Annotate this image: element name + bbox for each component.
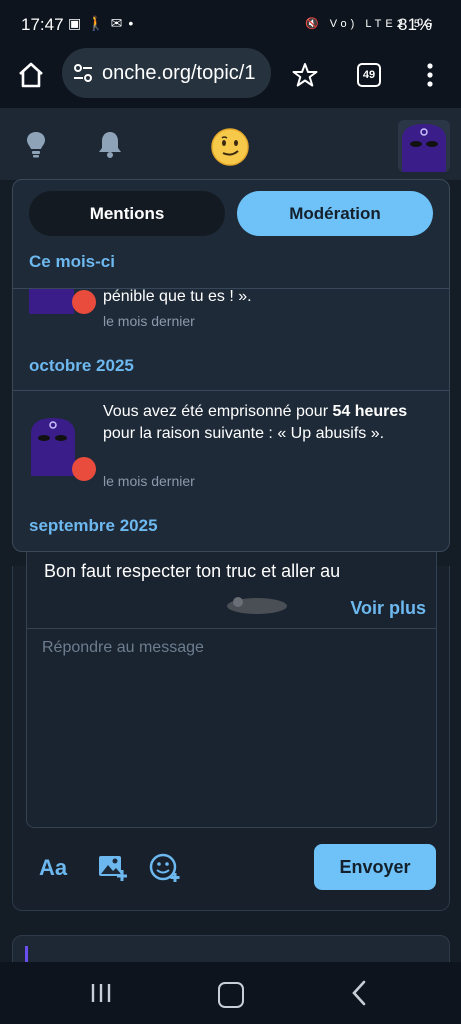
notification-item-2[interactable]: Vous avez été emprisonné pour 54 heures … — [13, 391, 449, 501]
site-header — [0, 108, 461, 180]
notification-text-prefix: Vous avez été emprisonné pour — [103, 403, 333, 420]
mute-icon: 🔇 — [305, 18, 323, 30]
notification-text-rest: pour la raison suivante : « Up abusifs »… — [103, 425, 385, 442]
post-content: Bon faut respecter ton truc et aller au … — [26, 548, 437, 628]
walk-icon: 🚶 — [87, 15, 111, 31]
more-menu-icon[interactable] — [426, 62, 434, 88]
tab-moderation[interactable]: Modération — [237, 191, 433, 236]
home-icon[interactable] — [16, 60, 46, 90]
status-bar: 17:47 ▣🚶✉• 🔇 Vo) LTE2 5G 81% — [0, 0, 461, 48]
notification-time: le mois dernier — [103, 313, 195, 329]
notification-time: le mois dernier — [103, 473, 195, 489]
notification-text: pénible que tu es ! ». — [103, 288, 252, 305]
site-settings-icon[interactable] — [72, 62, 94, 84]
mail-icon: ✉ — [110, 15, 129, 31]
tab-switcher-button[interactable]: 49 — [357, 63, 381, 87]
add-emoji-icon[interactable] — [149, 851, 181, 883]
system-nav-bar — [0, 962, 461, 1024]
add-image-icon[interactable] — [97, 852, 127, 882]
post-text: Bon faut respecter ton truc et aller au — [44, 561, 341, 581]
reply-placeholder: Répondre au message — [42, 639, 204, 656]
post-image[interactable] — [222, 588, 292, 618]
lightbulb-icon[interactable] — [24, 130, 48, 158]
notification-text-bold: 54 heures — [332, 403, 408, 420]
back-icon[interactable] — [350, 980, 368, 1006]
send-button[interactable]: Envoyer — [314, 844, 436, 890]
section-header-octobre-2025: octobre 2025 — [29, 356, 134, 375]
status-time: 17:47 — [21, 15, 64, 34]
user-avatar[interactable] — [398, 120, 450, 172]
text-format-button[interactable]: Aa — [39, 855, 67, 881]
reply-textarea[interactable]: Répondre au message — [26, 628, 437, 828]
notification-text: Vous avez été emprisonné pour 54 heures … — [103, 401, 423, 445]
recent-apps-icon[interactable] — [90, 982, 112, 1004]
address-bar[interactable]: onche.org/topic/1 — [62, 48, 271, 98]
notifications-dropdown: Mentions Modération Ce mois-ci pénible q… — [12, 179, 450, 552]
section-header-ce-mois-ci: Ce mois-ci — [29, 252, 115, 271]
browser-toolbar: onche.org/topic/1 49 — [0, 48, 461, 108]
battery-level: 81% — [398, 15, 433, 34]
bookmark-star-icon[interactable] — [292, 62, 318, 88]
url-text[interactable]: onche.org/topic/1 — [102, 62, 267, 85]
voir-plus-link[interactable]: Voir plus — [350, 598, 426, 619]
bell-icon[interactable] — [97, 130, 123, 158]
status-left-icons: ▣🚶✉• — [68, 15, 139, 32]
moderation-badge-icon — [72, 457, 96, 481]
tab-mentions[interactable]: Mentions — [29, 191, 225, 236]
home-nav-icon[interactable] — [218, 982, 244, 1008]
image-icon: ▣ — [68, 15, 88, 31]
smiley-logo-icon[interactable] — [210, 127, 250, 167]
dot-icon: • — [128, 15, 140, 31]
moderation-badge-icon — [72, 290, 96, 314]
section-header-septembre-2025: septembre 2025 — [29, 516, 158, 535]
notification-item-1[interactable]: pénible que tu es ! ». le mois dernier — [13, 288, 449, 339]
